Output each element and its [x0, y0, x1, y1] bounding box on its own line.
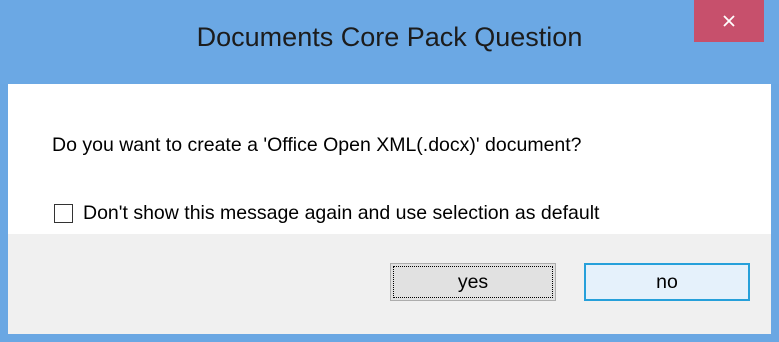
dialog-window: Documents Core Pack Question Do you want… — [0, 0, 779, 342]
no-button-label: no — [656, 270, 678, 293]
title-bar[interactable]: Documents Core Pack Question — [0, 0, 779, 84]
yes-button-label: yes — [457, 270, 489, 293]
yes-button[interactable]: yes — [390, 263, 556, 301]
close-icon — [723, 15, 735, 27]
dialog-title: Documents Core Pack Question — [196, 22, 583, 52]
question-text: Do you want to create a 'Office Open XML… — [52, 134, 582, 156]
button-bar: yes no — [8, 234, 771, 334]
close-button[interactable] — [694, 0, 764, 42]
dont-show-again-label: Don't show this message again and use se… — [83, 202, 600, 224]
dont-show-again-checkbox[interactable] — [54, 204, 73, 223]
no-button[interactable]: no — [584, 263, 750, 301]
dialog-body: Do you want to create a 'Office Open XML… — [8, 84, 771, 334]
dont-show-again-option[interactable]: Don't show this message again and use se… — [54, 202, 599, 225]
